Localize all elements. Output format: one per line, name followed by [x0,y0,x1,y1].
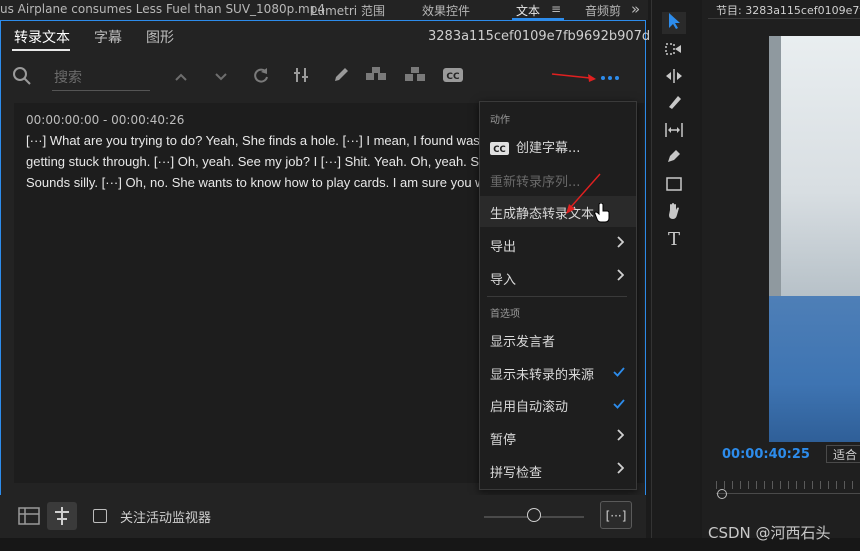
monitor-title-divider [708,18,860,19]
menu-pause[interactable]: 暂停 [490,429,516,448]
razor-tool-icon[interactable] [662,94,686,116]
overflow-icon[interactable]: » [631,0,640,18]
more-options-icon[interactable] [599,66,621,88]
tab-text[interactable]: 文本 [516,2,540,19]
refresh-icon[interactable] [250,66,272,88]
menu-auto-scroll[interactable]: 启用自动滚动 [490,396,568,415]
svg-text:CC: CC [493,145,505,155]
slip-tool-icon[interactable] [662,121,686,143]
menu-import[interactable]: 导入 [490,269,516,288]
selection-tool-icon[interactable] [662,12,686,34]
cc-icon[interactable]: CC [442,66,464,88]
align-button[interactable] [47,502,77,530]
subtab-captions[interactable]: 字幕 [94,27,122,47]
annotation-arrow [551,73,596,82]
menu-section-actions: 动作 [490,115,510,126]
chevron-down-icon[interactable] [210,66,232,88]
svg-text:CC: CC [446,72,460,82]
menu-export[interactable]: 导出 [490,236,516,255]
tab-lumetri-scopes[interactable]: Lumetri 范围 [311,2,385,19]
monitor-ruler [716,481,860,489]
menu-divider [487,296,627,297]
search-underline [52,90,150,91]
menu-show-untranscribed[interactable]: 显示未转录的来源 [490,364,594,383]
hand-tool-icon[interactable] [662,202,686,224]
search-icon [12,66,32,90]
chevron-right-icon [616,269,625,285]
speaker-icon[interactable] [404,66,426,88]
playhead-timecode[interactable]: 00:00:40:25 [722,447,810,462]
tab-menu-icon[interactable]: ≡ [551,2,561,16]
checkmark-icon [613,366,625,381]
pen-tool-icon[interactable] [662,148,686,170]
menu-show-speakers[interactable]: 显示发言者 [490,331,555,350]
transcript-line[interactable]: [···] What are you trying to do? Yeah, S… [26,133,515,148]
monitor-scrub-track[interactable] [716,493,860,494]
video-wall [769,36,860,296]
timeline-sync-icon[interactable] [18,506,40,530]
zoom-slider-thumb[interactable] [527,508,541,522]
follow-monitor-label: 关注活动监视器 [120,511,212,526]
chevron-up-icon[interactable] [170,66,192,88]
segment-timecode: 00:00:00:00 - 00:00:40:26 [26,113,185,127]
video-floor [769,296,860,442]
split-icon[interactable] [290,66,312,88]
chevron-right-icon [616,462,625,478]
cc-badge-icon: CC [490,140,509,159]
video-doorframe [769,36,781,336]
fit-dropdown[interactable]: 适合 [826,445,860,463]
caption-gap-button[interactable]: [···] [600,501,632,529]
tab-effect-controls[interactable]: 效果控件 [422,2,470,19]
tab-source-file[interactable]: us Airplane consumes Less Fuel than SUV_… [0,2,325,16]
transcript-line[interactable]: getting stuck through. [···] Oh, yeah. S… [26,154,522,169]
follow-monitor-checkbox[interactable] [93,509,107,523]
ripple-edit-tool-icon[interactable] [662,67,686,89]
menu-section-preferences: 首选项 [490,309,520,320]
type-tool-icon[interactable]: T [662,229,686,251]
subtab-transcript[interactable]: 转录文本 [14,27,70,47]
transcript-line[interactable]: Sounds silly. [···] Oh, no. She wants to… [26,175,511,190]
rectangle-tool-icon[interactable] [662,175,686,197]
search-input[interactable]: 搜索 [54,67,82,87]
track-select-tool-icon[interactable] [662,40,686,62]
checkmark-icon [613,398,625,413]
sequence-id: 3283a115cef0109e7fb9692b907d6db0 [428,29,684,44]
csdn-watermark: CSDN @河西石头 [708,524,831,542]
program-monitor-title: 节目: 3283a115cef0109e7fb9 [716,4,860,17]
subtab-graphics[interactable]: 图形 [146,27,174,47]
menu-spell-check[interactable]: 拼写检查 [490,462,542,481]
hand-cursor-icon [594,202,610,227]
chevron-right-icon [616,429,625,445]
chevron-right-icon [616,236,625,252]
menu-create-captions[interactable]: 创建字幕... [516,137,580,156]
subtab-underline [12,49,70,51]
pencil-icon[interactable] [330,66,352,88]
video-frame [769,36,860,442]
tab-audio[interactable]: 音频剪 [585,2,621,19]
monitor-playhead-handle[interactable] [717,489,727,499]
merge-icon[interactable] [365,66,387,88]
